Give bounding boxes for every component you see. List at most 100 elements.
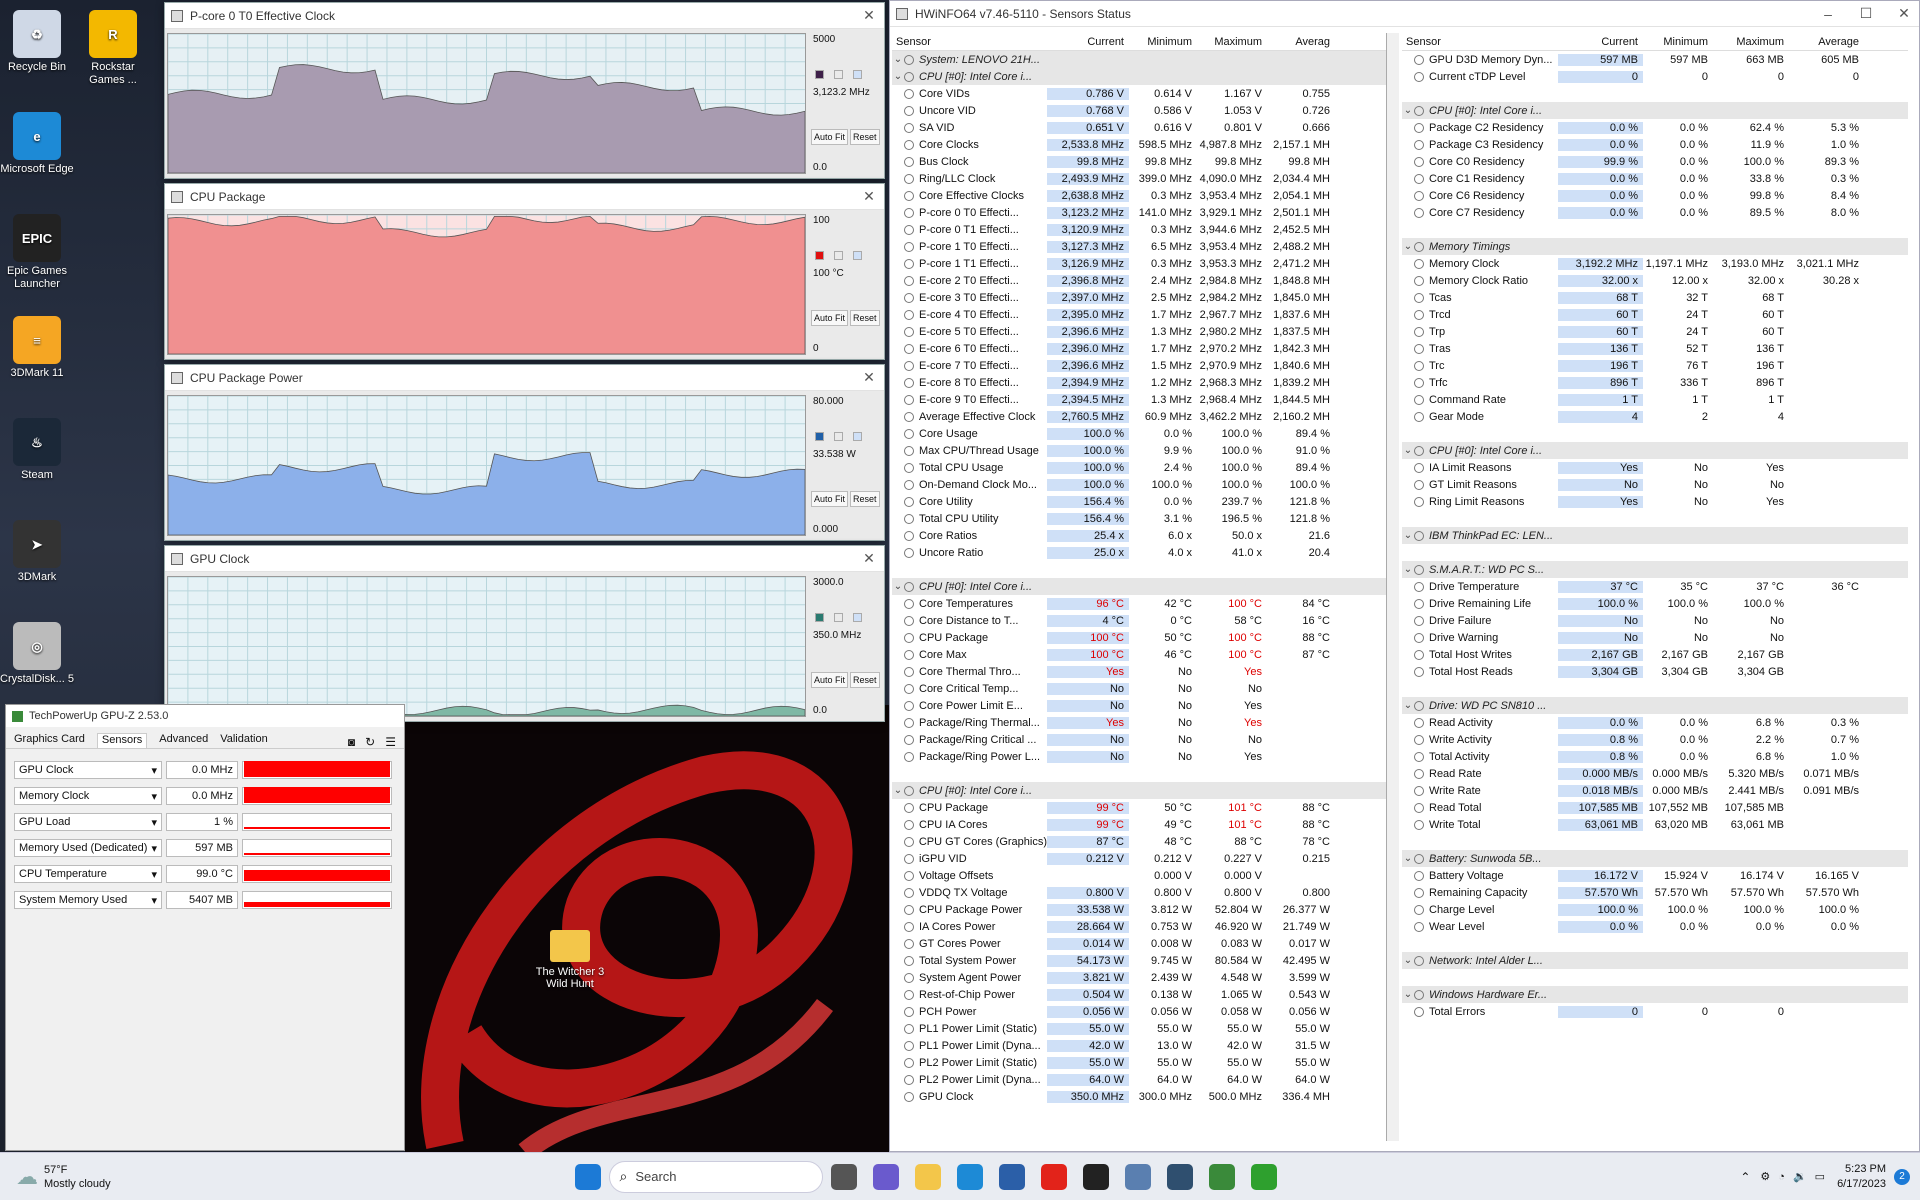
- sensor-row[interactable]: PCH Power 0.056 W 0.056 W 0.058 W 0.056 W: [892, 1003, 1386, 1020]
- column-header[interactable]: Maximum: [1197, 36, 1267, 48]
- column-header[interactable]: Current: [1047, 36, 1129, 48]
- sensor-row[interactable]: E-core 7 T0 Effecti... 2,396.6 MHz 1.5 MHz…: [892, 357, 1386, 374]
- wifi-icon[interactable]: ◔: [1778, 1171, 1785, 1183]
- column-header[interactable]: Sensor: [1402, 36, 1558, 48]
- sensor-dropdown[interactable]: CPU Temperature ▾: [14, 865, 162, 883]
- close-icon[interactable]: ✕: [860, 188, 878, 205]
- monitor-icon[interactable]: [1124, 1163, 1151, 1190]
- sensor-row[interactable]: IA Limit Reasons Yes No Yes: [1402, 459, 1908, 476]
- refresh-icon[interactable]: ↻: [365, 735, 375, 749]
- sensor-row[interactable]: Total Activity 0.8 % 0.0 % 6.8 % 1.0 %: [1402, 748, 1908, 765]
- desktop-icon[interactable]: ♨ Steam: [0, 418, 74, 482]
- sensor-row[interactable]: IA Cores Power 28.664 W 0.753 W 46.920 W 21.…: [892, 918, 1386, 935]
- sensor-row[interactable]: Total System Power 54.173 W 9.745 W 80.584 …: [892, 952, 1386, 969]
- lenovo-icon[interactable]: [1040, 1163, 1067, 1190]
- close-icon[interactable]: ✕: [860, 7, 878, 24]
- sensor-row[interactable]: Trcd 60 T 24 T 60 T: [1402, 306, 1908, 323]
- reset-button[interactable]: Reset: [850, 310, 880, 326]
- sensor-row[interactable]: Memory Clock Ratio 32.00 x 12.00 x 32.00 x 3…: [1402, 272, 1908, 289]
- sensor-row[interactable]: E-core 9 T0 Effecti... 2,394.5 MHz 1.3 MHz…: [892, 391, 1386, 408]
- sensor-row[interactable]: GT Limit Reasons No No No: [1402, 476, 1908, 493]
- auto-fit-button[interactable]: Auto Fit: [811, 491, 849, 507]
- camera-icon[interactable]: ◙: [348, 735, 355, 749]
- sensor-row[interactable]: E-core 2 T0 Effecti... 2,396.8 MHz 2.4 MHz…: [892, 272, 1386, 289]
- sensor-group[interactable]: ⌄ CPU [#0]: Intel Core i...: [892, 578, 1386, 595]
- sensor-group[interactable]: ⌄ System: LENOVO 21H...: [892, 51, 1386, 68]
- sensor-row[interactable]: PL2 Power Limit (Dyna... 64.0 W 64.0 W 64.0…: [892, 1071, 1386, 1088]
- sensor-row[interactable]: Voltage Offsets 0.000 V 0.000 V: [892, 867, 1386, 884]
- terminal-icon[interactable]: [1082, 1163, 1109, 1190]
- taskview-icon[interactable]: [830, 1163, 857, 1190]
- sensor-row[interactable]: Core Ratios 25.4 x 6.0 x 50.0 x 21.6: [892, 527, 1386, 544]
- sensor-row[interactable]: Max CPU/Thread Usage 100.0 % 9.9 % 100.0 % 9…: [892, 442, 1386, 459]
- sensor-row[interactable]: CPU GT Cores (Graphics) 87 °C 48 °C 88 °C 78…: [892, 833, 1386, 850]
- sensor-row[interactable]: Remaining Capacity 57.570 Wh 57.570 Wh 57.5…: [1402, 884, 1908, 901]
- sensor-row[interactable]: E-core 6 T0 Effecti... 2,396.0 MHz 1.7 MHz…: [892, 340, 1386, 357]
- sensor-row[interactable]: Rest-of-Chip Power 0.504 W 0.138 W 1.065 W 0…: [892, 986, 1386, 1003]
- color-swatch[interactable]: [853, 613, 862, 622]
- sensor-row[interactable]: Memory Clock 3,192.2 MHz 1,197.1 MHz 3,193.…: [1402, 255, 1908, 272]
- sensor-row[interactable]: Write Activity 0.8 % 0.0 % 2.2 % 0.7 %: [1402, 731, 1908, 748]
- sensor-dropdown[interactable]: GPU Clock ▾: [14, 761, 162, 779]
- sensor-row[interactable]: Write Total 63,061 MB 63,020 MB 63,061 MB: [1402, 816, 1908, 833]
- sensor-row[interactable]: Core Critical Temp... No No No: [892, 680, 1386, 697]
- sensor-row[interactable]: Core Max 100 °C 46 °C 100 °C 87 °C: [892, 646, 1386, 663]
- sensor-group[interactable]: ⌄ Drive: WD PC SN810 ...: [1402, 697, 1908, 714]
- sensor-row[interactable]: Core Thermal Thro... Yes No Yes: [892, 663, 1386, 680]
- sensor-row[interactable]: iGPU VID 0.212 V 0.212 V 0.227 V 0.215: [892, 850, 1386, 867]
- store-icon[interactable]: [998, 1163, 1025, 1190]
- sensor-row[interactable]: Drive Remaining Life 100.0 % 100.0 % 100.0 …: [1402, 595, 1908, 612]
- sensor-row[interactable]: CPU Package 100 °C 50 °C 100 °C 88 °C: [892, 629, 1386, 646]
- desktop-icon[interactable]: EPIC Epic Games Launcher: [0, 214, 74, 291]
- sensor-row[interactable]: Core Clocks 2,533.8 MHz 598.5 MHz 4,987.8 M…: [892, 136, 1386, 153]
- sensor-row[interactable]: Package/Ring Thermal... Yes No Yes: [892, 714, 1386, 731]
- sensor-dropdown[interactable]: GPU Load ▾: [14, 813, 162, 831]
- volume-icon[interactable]: 🔉: [1793, 1170, 1807, 1183]
- auto-fit-button[interactable]: Auto Fit: [811, 672, 849, 688]
- sensor-row[interactable]: Core Temperatures 96 °C 42 °C 100 °C 84 °C: [892, 595, 1386, 612]
- sensor-row[interactable]: Bus Clock 99.8 MHz 99.8 MHz 99.8 MHz 99.8 MH: [892, 153, 1386, 170]
- sensor-group[interactable]: ⌄ CPU [#0]: Intel Core i...: [1402, 102, 1908, 119]
- sensor-pane-right[interactable]: Sensor Current Minimum Maximum Average GPU D3…: [1402, 33, 1908, 1141]
- sensor-row[interactable]: Charge Level 100.0 % 100.0 % 100.0 % 100.0 %: [1402, 901, 1908, 918]
- sensor-row[interactable]: E-core 8 T0 Effecti... 2,394.9 MHz 1.2 MHz…: [892, 374, 1386, 391]
- chevron-down-icon[interactable]: ⌄: [892, 581, 904, 592]
- gpuz-icon[interactable]: [1208, 1163, 1235, 1190]
- chat-icon[interactable]: [872, 1163, 899, 1190]
- sensor-row[interactable]: Total CPU Usage 100.0 % 2.4 % 100.0 % 89.4 %: [892, 459, 1386, 476]
- sensor-row[interactable]: Total Errors 0 0 0: [1402, 1003, 1908, 1020]
- color-swatch[interactable]: [853, 251, 862, 260]
- battery-icon[interactable]: ▭: [1815, 1170, 1825, 1183]
- sensor-row[interactable]: Drive Warning No No No: [1402, 629, 1908, 646]
- sensor-row[interactable]: Write Rate 0.018 MB/s 0.000 MB/s 2.441 MB/s…: [1402, 782, 1908, 799]
- sensor-row[interactable]: Read Rate 0.000 MB/s 0.000 MB/s 5.320 MB/s 0…: [1402, 765, 1908, 782]
- sensor-row[interactable]: Drive Temperature 37 °C 35 °C 37 °C 36 °C: [1402, 578, 1908, 595]
- color-swatch[interactable]: [815, 70, 824, 79]
- sensor-row[interactable]: PL2 Power Limit (Static) 55.0 W 55.0 W 55.0…: [892, 1054, 1386, 1071]
- sensor-row[interactable]: Tras 136 T 52 T 136 T: [1402, 340, 1908, 357]
- sensor-row[interactable]: P-core 0 T1 Effecti... 3,120.9 MHz 0.3 MHz…: [892, 221, 1386, 238]
- sensor-row[interactable]: Gear Mode 4 2 4: [1402, 408, 1908, 425]
- reset-button[interactable]: Reset: [850, 491, 880, 507]
- sensor-dropdown[interactable]: System Memory Used ▾: [14, 891, 162, 909]
- minimize-icon[interactable]: –: [1819, 6, 1837, 22]
- column-header[interactable]: Current: [1558, 36, 1643, 48]
- sensor-row[interactable]: Package/Ring Critical ... No No No: [892, 731, 1386, 748]
- sensor-group[interactable]: ⌄ S.M.A.R.T.: WD PC S...: [1402, 561, 1908, 578]
- column-header[interactable]: Minimum: [1129, 36, 1197, 48]
- chevron-down-icon[interactable]: ⌄: [1402, 530, 1414, 541]
- sensor-row[interactable]: Read Total 107,585 MB 107,552 MB 107,585 MB: [1402, 799, 1908, 816]
- sensor-row[interactable]: Core C1 Residency 0.0 % 0.0 % 33.8 % 0.3 %: [1402, 170, 1908, 187]
- sensor-row[interactable]: Core Effective Clocks 2,638.8 MHz 0.3 MHz 3…: [892, 187, 1386, 204]
- search-box[interactable]: ⌕ Search: [608, 1160, 823, 1193]
- folder-icon[interactable]: The Witcher 3 Wild Hunt: [528, 930, 612, 990]
- sensor-row[interactable]: CPU Package Power 33.538 W 3.812 W 52.804 W…: [892, 901, 1386, 918]
- desktop-icon[interactable]: ◎ CrystalDisk... 5: [0, 622, 74, 686]
- sensor-row[interactable]: Drive Failure No No No: [1402, 612, 1908, 629]
- desktop-icon[interactable]: ≡ 3DMark 11: [0, 316, 74, 380]
- sensor-group[interactable]: ⌄ Battery: Sunwoda 5B...: [1402, 850, 1908, 867]
- sensor-row[interactable]: VDDQ TX Voltage 0.800 V 0.800 V 0.800 V 0.80…: [892, 884, 1386, 901]
- sensor-row[interactable]: Core C0 Residency 99.9 % 0.0 % 100.0 % 89.3 …: [1402, 153, 1908, 170]
- desktop-icon[interactable]: ➤ 3DMark: [0, 520, 74, 584]
- chevron-down-icon[interactable]: ⌄: [892, 71, 904, 82]
